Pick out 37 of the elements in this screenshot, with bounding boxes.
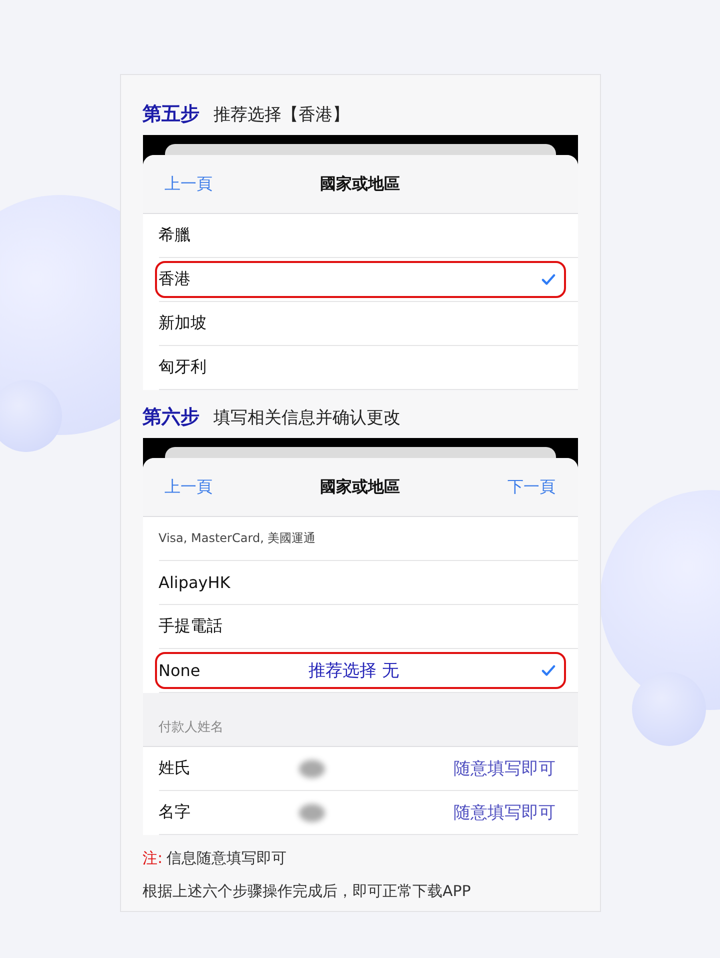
back-link[interactable]: 上一頁	[164, 476, 220, 498]
hint-text: 推荐选择 无	[308, 660, 399, 682]
list-item[interactable]: 手提電話	[158, 605, 578, 649]
field-label: 名字	[158, 802, 192, 823]
step-label: 第五步	[142, 102, 200, 127]
input-field[interactable]: 随意填写即可	[454, 801, 556, 824]
list-item[interactable]: 新加坡	[158, 302, 578, 346]
item-label: 希臘	[158, 225, 190, 246]
nav-title: 國家或地區	[320, 476, 400, 498]
list-item[interactable]: AlipayHK	[158, 561, 578, 605]
step-title: 填写相关信息并确认更改	[214, 407, 400, 429]
section-title: 付款人姓名	[158, 719, 224, 736]
list-item[interactable]: 香港	[158, 258, 578, 302]
step-title: 推荐选择【香港】	[214, 104, 350, 126]
list-item[interactable]: 匈牙利	[158, 346, 578, 390]
blurred-blob-icon	[298, 760, 324, 778]
list-item[interactable]: Visa, MasterCard, 美國運通	[158, 517, 578, 561]
item-label: Visa, MasterCard, 美國運通	[158, 530, 316, 547]
item-label: 新加坡	[158, 313, 206, 334]
item-label: AlipayHK	[158, 573, 230, 592]
input-field[interactable]: 随意填写即可	[454, 757, 556, 780]
item-label: None	[158, 661, 200, 680]
field-label: 姓氏	[158, 758, 192, 779]
next-link[interactable]: 下一頁	[500, 476, 556, 498]
note-text: 注: 信息随意填写即可	[142, 849, 288, 868]
nav-title: 國家或地區	[320, 174, 400, 194]
item-label: 香港	[158, 269, 190, 290]
blurred-blob-icon	[298, 804, 324, 822]
checkmark-icon	[540, 273, 556, 286]
item-label: 匈牙利	[158, 357, 206, 378]
checkmark-icon	[540, 664, 556, 677]
back-link[interactable]: 上一頁	[164, 174, 220, 194]
list-item[interactable]: 希臘	[158, 214, 578, 258]
list-item[interactable]: None 推荐选择 无	[158, 649, 578, 693]
footer-text: 根据上述六个步骤操作完成后，即可正常下载APP	[142, 882, 472, 901]
item-label: 手提電話	[158, 616, 222, 637]
step-label: 第六步	[142, 405, 200, 430]
